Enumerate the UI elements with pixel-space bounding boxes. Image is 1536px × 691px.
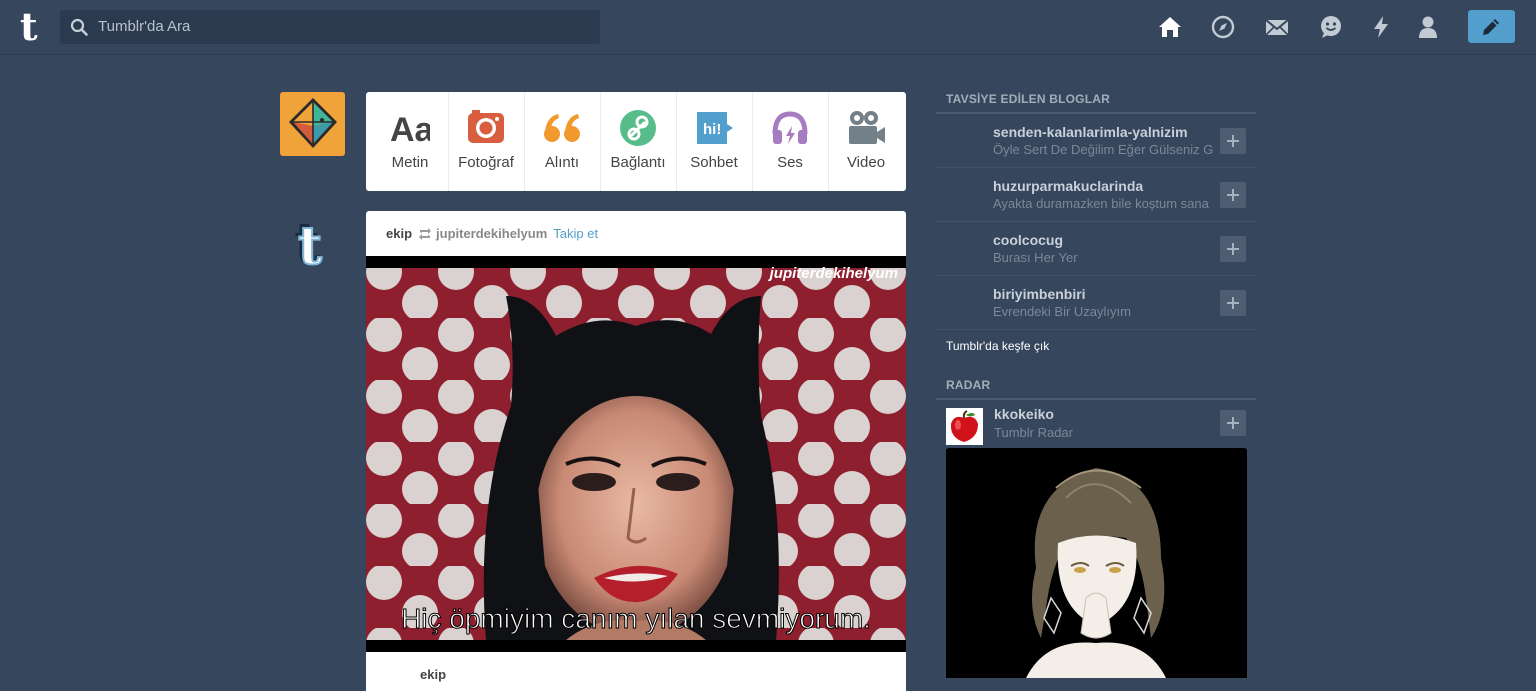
radar-post-image[interactable] [946,448,1247,678]
post-footer-author[interactable]: ekip [420,667,446,682]
post-author-link[interactable]: ekip [386,226,412,241]
recommended-blog-item[interactable]: huzurparmakuclarinda Ayakta duramazken b… [936,168,1256,222]
post-type-chat-button[interactable]: hi! Sohbet [676,92,753,191]
chat-icon: hi! [694,108,734,148]
search-input[interactable]: Tumblr'da Ara [98,10,190,44]
reblogged-from-link[interactable]: jupiterdekihelyum [436,226,547,241]
follow-plus-button[interactable] [1220,410,1246,436]
follow-plus-button[interactable] [1220,128,1246,154]
follow-plus-button[interactable] [1220,182,1246,208]
post-type-text-button[interactable]: Aa Metin [372,92,449,191]
post-header: ekip jupiterdekihelyum Takip et [386,225,598,243]
radar-avatar[interactable] [946,408,983,445]
radar-subtitle: Tumblr Radar [994,425,1073,440]
follow-link[interactable]: Takip et [553,226,598,241]
svg-text:hi!: hi! [703,121,721,138]
radar-blog-item[interactable]: kkokeiko Tumblr Radar [936,400,1256,448]
post-type-link-button[interactable]: Bağlantı [600,92,677,191]
post-footer: ekip [386,667,446,682]
dashboard-post: ekip jupiterdekihelyum Takip et jupiterd… [366,211,906,691]
account-icon[interactable] [1414,13,1442,41]
post-type-bar: Aa Metin Fotoğraf Alıntı Bağlantı hi! So… [366,92,906,191]
compose-button[interactable] [1468,10,1515,43]
image-watermark: jupiterdekihelyum [768,265,898,282]
messaging-icon[interactable] [1317,13,1345,41]
follow-plus-button[interactable] [1220,236,1246,262]
lightning-icon[interactable] [1367,13,1395,41]
blog-name[interactable]: coolcocug [993,232,1063,248]
tumblr-logo[interactable]: t [20,8,46,46]
post-type-photo-button[interactable]: Fotoğraf [448,92,525,191]
home-icon[interactable] [1156,13,1184,41]
post-type-audio-button[interactable]: Ses [752,92,829,191]
recommended-blog-item[interactable]: biriyimbenbiri Evrendeki Bir Uzaylıyım [936,276,1256,330]
text-icon: Aa [390,108,435,149]
mail-icon[interactable] [1263,13,1291,41]
recommended-blogs-title: TAVSİYE EDİLEN BLOGLAR [936,92,1256,114]
headphones-icon [770,108,810,148]
post-type-quote-button[interactable]: Alıntı [524,92,601,191]
sidebar: TAVSİYE EDİLEN BLOGLAR senden-kalanlarim… [936,92,1256,678]
svg-text:Aa: Aa [390,111,430,148]
link-icon [618,108,658,148]
top-navigation-bar: t Tumblr'da Ara [0,0,1536,55]
blog-name[interactable]: huzurparmakuclarinda [993,178,1143,194]
quote-icon [542,108,582,148]
reblog-icon [419,228,432,240]
radar-blog-name[interactable]: kkokeiko [994,406,1054,422]
blog-description: Öyle Sert De Değilim Eğer Gülseniz G [993,142,1213,157]
blog-description: Burası Her Yer [993,250,1078,265]
svg-text:t: t [298,216,322,272]
search-icon [70,18,88,41]
blog-description: Evrendeki Bir Uzaylıyım [993,304,1131,319]
image-caption: Hiç öpmiyim canım yılan sevmiyorum. [401,603,871,634]
radar-title: RADAR [936,378,1256,400]
post-author-avatar[interactable]: t t [290,210,336,278]
blog-name[interactable]: senden-kalanlarimla-yalnizim [993,124,1188,140]
video-camera-icon [846,108,886,148]
follow-plus-button[interactable] [1220,290,1246,316]
user-avatar[interactable] [280,92,345,156]
blog-name[interactable]: biriyimbenbiri [993,286,1086,302]
camera-icon [466,108,506,148]
pencil-icon [1483,19,1499,35]
explore-link[interactable]: Tumblr'da keşfe çık [936,330,1256,362]
post-gif-image[interactable]: jupiterdekihelyum Hiç öpmiyim canım yıla… [366,256,906,652]
search-box[interactable]: Tumblr'da Ara [60,10,600,44]
compass-icon[interactable] [1209,13,1237,41]
recommended-blog-item[interactable]: senden-kalanlarimla-yalnizim Öyle Sert D… [936,114,1256,168]
recommended-blog-item[interactable]: coolcocug Burası Her Yer [936,222,1256,276]
blog-description: Ayakta duramazken bile koştum sana [993,196,1209,211]
post-type-video-button[interactable]: Video [828,92,904,191]
